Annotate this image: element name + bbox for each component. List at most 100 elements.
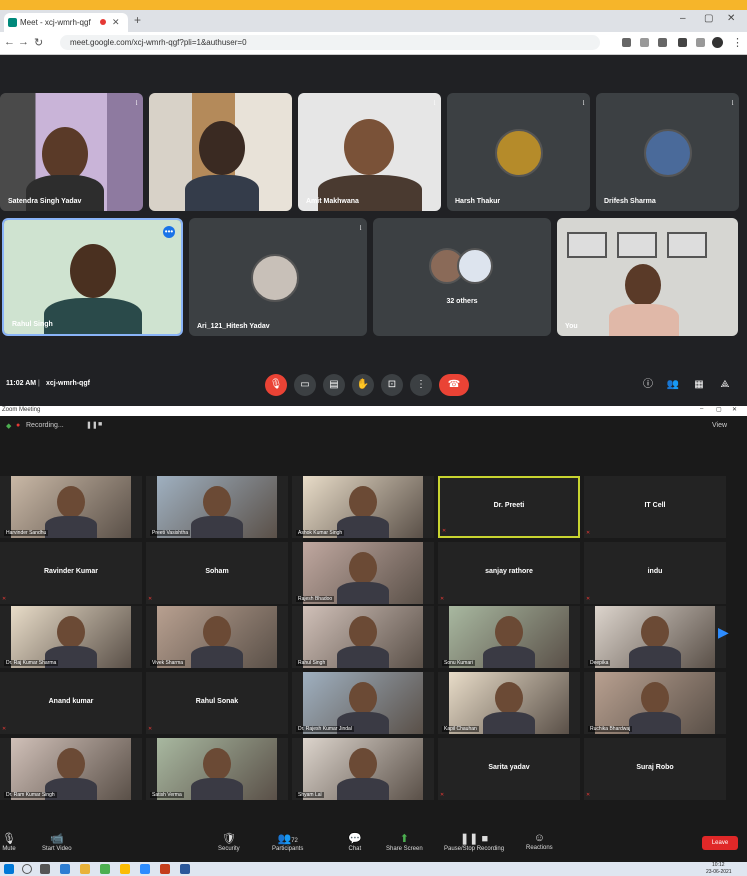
maximize-icon[interactable]: ▢ xyxy=(704,13,713,24)
participant-name: You xyxy=(565,323,578,330)
share-screen-button[interactable]: ⬆ Share Screen xyxy=(386,832,423,852)
tab-title: Meet - xcj-wmrh-qgf xyxy=(20,18,91,27)
zoom-window-title: Zoom Meeting xyxy=(2,407,41,413)
participant-face xyxy=(349,616,377,648)
video-tile: Dr. Ram Kumar Singh✕ xyxy=(0,738,142,800)
participant-face xyxy=(349,486,377,518)
mic-off-button[interactable]: 🎙 xyxy=(265,374,287,396)
next-page-icon[interactable]: ▶ xyxy=(718,624,729,641)
zoom-control-bar: 🎙 Mute 📹 Start Video 🛡 Security 👥72 Particip… xyxy=(0,828,747,862)
participant-face xyxy=(349,552,377,584)
close-tab-icon[interactable]: ✕ xyxy=(112,17,120,28)
url-field[interactable]: meet.google.com/xcj-wmrh-qgf?pli=1&authu… xyxy=(60,35,600,50)
view-button[interactable]: View xyxy=(712,422,727,429)
search-icon[interactable] xyxy=(22,864,32,874)
participant-body xyxy=(483,712,535,734)
close-window-icon[interactable]: ✕ xyxy=(732,406,737,413)
captions-button[interactable]: ▤ xyxy=(323,374,345,396)
participant-name: Rahul Singh xyxy=(12,321,53,328)
others-tile[interactable]: 32 others xyxy=(373,218,551,336)
wall-frame xyxy=(667,232,707,258)
reactions-button[interactable]: ☺ Reactions xyxy=(526,832,553,851)
participants-button[interactable]: 👥72 Participants xyxy=(272,832,303,852)
more-options-button[interactable]: ⋮ xyxy=(410,374,432,396)
stop-recording-icon[interactable]: ■ xyxy=(98,421,102,428)
task-view-icon[interactable] xyxy=(40,864,50,874)
zoom-top-bar: ◆ ● Recording... ❚❚ ■ View xyxy=(0,416,747,436)
participant-label: Rajesh Bhadoo xyxy=(296,596,335,602)
excel-icon[interactable] xyxy=(100,864,110,874)
present-button[interactable]: ⊡ xyxy=(381,374,403,396)
pause-recording-icon[interactable]: ❚❚ xyxy=(86,421,98,429)
chat-button[interactable]: 💬 Chat xyxy=(348,832,362,852)
reload-icon[interactable]: ↻ xyxy=(34,36,43,49)
pause-stop-recording-button[interactable]: ❚❚ ■ Pause/Stop Recording xyxy=(444,832,504,852)
edge-icon[interactable] xyxy=(60,864,70,874)
windows-taskbar: 10:12 23-06-2021 xyxy=(0,862,747,876)
participant-name: Harsh Thakur xyxy=(455,198,501,205)
participant-face xyxy=(57,486,85,518)
browser-tab[interactable]: Meet - xcj-wmrh-qgf ✕ xyxy=(4,13,128,32)
participant-label: Dr. Ram Kumar Singh xyxy=(4,792,57,798)
close-window-icon[interactable]: ✕ xyxy=(727,13,735,24)
participant-label: Preeti Vasishtha xyxy=(150,530,191,536)
new-tab-icon[interactable]: + xyxy=(134,13,141,27)
people-icon[interactable]: 👥 xyxy=(662,374,684,396)
extension-icon[interactable] xyxy=(678,38,687,47)
participant-name: Drifesh Sharma xyxy=(604,198,656,205)
url-text: meet.google.com/xcj-wmrh-qgf?pli=1&authu… xyxy=(70,38,247,47)
mic-muted-icon: ᶩ xyxy=(582,99,584,108)
extension-icon[interactable] xyxy=(696,38,705,47)
end-call-button[interactable]: ☎ xyxy=(439,374,469,396)
participant-tile: ᶩ Amit Makhwana xyxy=(298,93,441,211)
activities-icon[interactable]: ⟁ xyxy=(714,374,736,396)
participant-label: Dr. Raj Kumar Sharma xyxy=(4,660,59,666)
participant-body xyxy=(629,712,681,734)
participant-tile: ᶩ Harsh Thakur xyxy=(447,93,590,211)
video-icon: 📹 xyxy=(49,833,64,845)
profile-avatar[interactable] xyxy=(712,37,723,48)
participant-label: Harvinder Sandhu xyxy=(4,530,49,536)
participant-name: Ari_121_Hitesh Yadav xyxy=(197,323,270,330)
meet-window: Meet - xcj-wmrh-qgf ✕ + – ▢ ✕ ← → ↻ meet… xyxy=(0,10,747,406)
name-tile: sanjay rathore ✕ xyxy=(438,542,580,604)
participant-body xyxy=(191,516,243,538)
shield-icon[interactable]: ◆ xyxy=(6,422,11,430)
mute-button[interactable]: 🎙 Mute xyxy=(2,832,16,852)
extension-icon[interactable] xyxy=(640,38,649,47)
minimize-icon[interactable]: – xyxy=(680,13,686,24)
forward-icon[interactable]: → xyxy=(18,36,29,48)
participant-tile: ᶩ Ari_121_Hitesh Yadav xyxy=(189,218,367,336)
security-button[interactable]: 🛡 Security xyxy=(218,832,240,852)
extension-icon[interactable] xyxy=(622,38,631,47)
info-icon[interactable]: ⓘ xyxy=(637,374,659,396)
meet-favicon-icon xyxy=(8,18,17,27)
raise-hand-button[interactable]: ✋ xyxy=(352,374,374,396)
participant-body xyxy=(337,646,389,668)
minimize-icon[interactable]: – xyxy=(700,406,703,412)
camera-off-button[interactable]: ▭ xyxy=(294,374,316,396)
chat-icon[interactable]: ▦ xyxy=(688,374,710,396)
zoom-icon[interactable] xyxy=(140,864,150,874)
start-video-button[interactable]: 📹 Start Video xyxy=(42,832,72,852)
name-tile: Rahul Sonak ✕ xyxy=(146,672,288,734)
mic-muted-icon: ✕ xyxy=(586,792,591,798)
word-icon[interactable] xyxy=(180,864,190,874)
avatar xyxy=(457,248,493,284)
participants-icon: 👥72 xyxy=(277,833,298,845)
file-explorer-icon[interactable] xyxy=(80,864,90,874)
chrome-icon[interactable] xyxy=(120,864,130,874)
avatar xyxy=(644,129,692,177)
extension-icon[interactable] xyxy=(658,38,667,47)
menu-icon[interactable]: ⋮ xyxy=(732,36,743,49)
video-tile: Satish Verma✕ xyxy=(146,738,288,800)
mic-muted-icon: ᶩ xyxy=(135,99,137,108)
participant-face xyxy=(203,748,231,780)
start-menu-icon[interactable] xyxy=(4,864,14,874)
maximize-icon[interactable]: ▢ xyxy=(716,406,722,413)
powerpoint-icon[interactable] xyxy=(160,864,170,874)
leave-button[interactable]: Leave xyxy=(702,836,738,850)
back-icon[interactable]: ← xyxy=(4,36,15,48)
name-tile: Soham ✕ xyxy=(146,542,288,604)
video-tile: Deepika✕ xyxy=(584,606,726,668)
